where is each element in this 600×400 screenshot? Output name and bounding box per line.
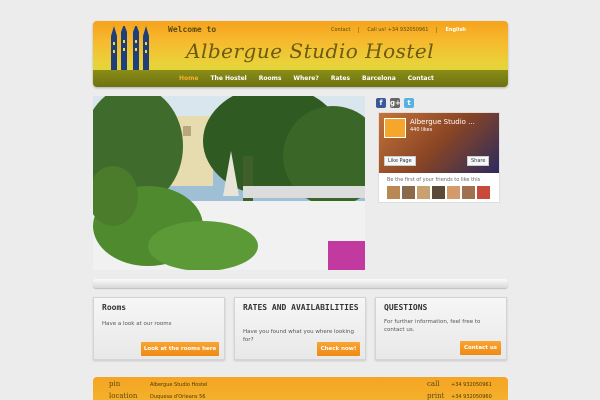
friend-avatar[interactable] (462, 186, 475, 199)
nav-rooms[interactable]: Rooms (259, 75, 282, 82)
rooms-box: Rooms Have a look at our rooms Look at t… (93, 297, 225, 360)
welcome-text: Welcome to (168, 25, 217, 34)
friend-avatar[interactable] (387, 186, 400, 199)
sagrada-familia-logo[interactable] (105, 26, 155, 70)
facebook-like-box: Albergue Studio ... 440 likes Like Page … (378, 112, 500, 203)
footer-print-label: print (427, 392, 445, 400)
rooms-box-title: Rooms (102, 303, 127, 312)
facebook-friend-faces (387, 186, 490, 199)
friend-avatar[interactable] (402, 186, 415, 199)
nav-the-hostel[interactable]: The Hostel (210, 75, 246, 82)
site-brand-title[interactable]: Albergue Studio Hostel (186, 39, 434, 63)
look-at-rooms-button[interactable]: Look at the rooms here (141, 342, 219, 356)
call-us-text: Call us! +34 932050961 (367, 27, 429, 33)
facebook-page-name[interactable]: Albergue Studio ... (410, 118, 475, 126)
nav-home[interactable]: Home (179, 75, 198, 82)
rooms-box-text: Have a look at our rooms (102, 321, 172, 327)
nav-barcelona[interactable]: Barcelona (362, 75, 396, 82)
facebook-page-thumbnail[interactable] (384, 118, 406, 138)
facebook-friends-text: Be the first of your friends to like thi… (387, 177, 481, 183)
social-icons: f g+ t (376, 98, 414, 108)
top-separator (358, 27, 360, 33)
language-link[interactable]: English (445, 27, 466, 33)
questions-box-text: For further information, feel free to co… (384, 319, 481, 333)
facebook-likes-count: 440 likes (410, 127, 433, 133)
facebook-like-page-button[interactable]: Like Page (384, 156, 416, 166)
site-footer: pin Albergue Studio Hostel location Duqu… (93, 377, 508, 400)
footer-location-value: Duquesa d'Orleans 56 (150, 394, 206, 400)
hostel-terrace-photo (93, 96, 365, 270)
top-links: Contact Call us! +34 932050961 English (331, 27, 466, 33)
friend-avatar[interactable] (432, 186, 445, 199)
check-now-button[interactable]: Check now! (317, 342, 360, 356)
main-nav: Home The Hostel Rooms Where? Rates Barce… (93, 70, 508, 87)
facebook-cover-photo: Albergue Studio ... 440 likes Like Page … (379, 113, 499, 173)
questions-box-title: QUESTIONS (384, 303, 428, 312)
footer-print-value: +34 932050960 (451, 394, 492, 400)
nav-rates[interactable]: Rates (331, 75, 350, 82)
site-header: Welcome to Albergue Studio Hostel Contac… (93, 21, 508, 87)
footer-pin-value: Albergue Studio Hostel (150, 382, 208, 388)
rates-box-title: RATES AND AVAILABILITIES (243, 303, 359, 312)
googleplus-icon[interactable]: g+ (390, 98, 401, 108)
friend-avatar[interactable] (447, 186, 460, 199)
rates-box: RATES AND AVAILABILITIES Have you found … (234, 297, 366, 360)
friend-avatar[interactable] (477, 186, 490, 199)
facebook-share-button[interactable]: Share (467, 156, 490, 166)
footer-pin-label: pin (109, 380, 121, 388)
top-contact-link[interactable]: Contact (331, 27, 350, 33)
friend-avatar[interactable] (417, 186, 430, 199)
questions-box: QUESTIONS For further information, feel … (375, 297, 507, 360)
facebook-icon[interactable]: f (376, 98, 386, 108)
top-separator (436, 27, 438, 33)
nav-where[interactable]: Where? (293, 75, 318, 82)
section-divider (93, 279, 508, 288)
nav-contact[interactable]: Contact (408, 75, 434, 82)
footer-location-label: location (109, 392, 138, 400)
footer-call-value[interactable]: +34 932050961 (451, 382, 492, 388)
contact-us-button[interactable]: Contact us (460, 341, 501, 355)
twitter-icon[interactable]: t (404, 98, 414, 108)
footer-call-label: call (427, 380, 440, 388)
